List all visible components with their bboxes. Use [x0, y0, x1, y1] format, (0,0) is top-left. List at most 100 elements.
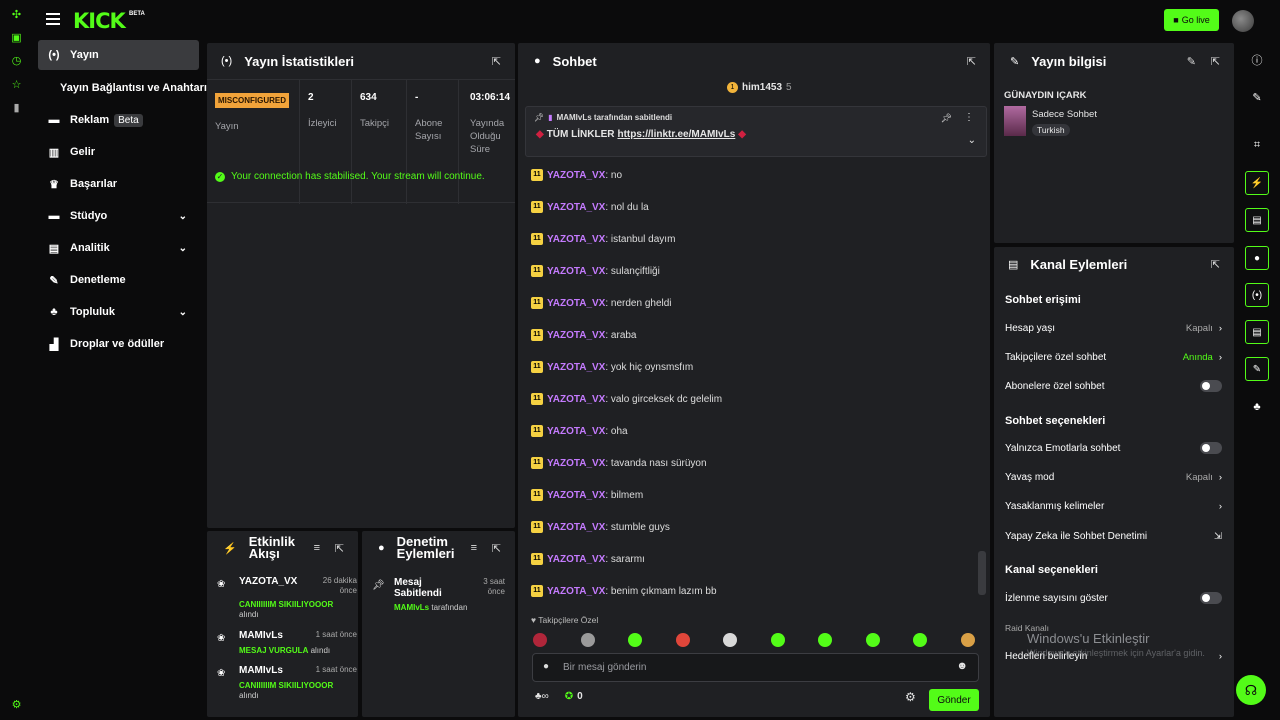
chat-text: benim çıkmam lazım bb [610, 585, 717, 597]
chat-username[interactable]: YAZOTA_VX [547, 298, 605, 309]
document-icon[interactable]: ▤ [1245, 208, 1269, 232]
chat-username[interactable]: YAZOTA_VX [547, 458, 605, 469]
star-icon[interactable]: ☆ [10, 79, 23, 92]
emote-only-toggle[interactable] [1200, 442, 1222, 454]
support-icon[interactable]: ☊ [1236, 675, 1266, 705]
chat-username[interactable]: YAZOTA_VX [547, 362, 605, 373]
sidebar-item-reklam[interactable]: ▬ Reklam Beta [38, 105, 199, 135]
pin-icon[interactable]: 📌︎ [941, 113, 952, 124]
popout-icon[interactable]: ⇱ [492, 55, 501, 68]
go-live-button[interactable]: ■ Go live [1164, 9, 1219, 31]
sidebar-item-studyo[interactable]: ▬ Stüdyo ⌄ [38, 201, 199, 231]
sidebar-item-topluluk[interactable]: ♣ Topluluk ⌄ [38, 297, 199, 327]
kick-points-icon[interactable]: ✪ [565, 691, 573, 702]
emote-icon[interactable] [628, 633, 642, 647]
kick-logo[interactable]: KICK [73, 9, 126, 33]
gear-icon[interactable]: ⚙ [10, 699, 23, 712]
chevron-down-icon[interactable]: ⌄ [968, 135, 976, 146]
chat-input[interactable]: ● Bir mesaj gönderin ☻ [532, 653, 979, 682]
pencil-icon[interactable]: ✎ [1245, 85, 1269, 109]
chat-username[interactable]: YAZOTA_VX [547, 426, 605, 437]
video-icon[interactable]: ▣ [10, 32, 23, 45]
compass-icon[interactable]: ✣ [10, 9, 23, 22]
chat-username[interactable]: YAZOTA_VX [547, 170, 605, 181]
infinity-icon[interactable]: ♣∞ [535, 691, 549, 702]
emote-icon[interactable] [865, 633, 880, 647]
subs-only-toggle[interactable] [1200, 380, 1222, 392]
wrench-icon: ✎ [1010, 55, 1020, 68]
popout-icon[interactable]: ⇱ [335, 542, 344, 555]
emote-icon[interactable] [960, 633, 975, 647]
scan-icon[interactable]: ⌗ [1245, 133, 1269, 157]
ai-moderation-row[interactable]: Yapay Zeka ile Sohbet Denetimi ⇲ [1005, 528, 1222, 544]
show-viewers-toggle[interactable] [1200, 592, 1222, 604]
chat-username[interactable]: YAZOTA_VX [547, 330, 605, 341]
emoji-icon[interactable]: ☻ [956, 660, 968, 672]
popout-icon[interactable]: ⇱ [1211, 55, 1220, 68]
moderation-actions-panel: ● Denetim Eylemleri ≡ ⇱ 📌︎ Mesaj Sabitlendi 3… [362, 531, 515, 717]
bolt-icon[interactable]: ⚡ [1245, 171, 1269, 195]
gear-icon[interactable]: ⚙ [905, 690, 916, 704]
user-avatar[interactable] [1232, 10, 1254, 32]
broadcast-icon[interactable]: (•) [1245, 283, 1269, 307]
chat-text: tavanda nası sürüyon [610, 457, 707, 469]
chat-username[interactable]: YAZOTA_VX [547, 554, 605, 565]
sidebar-item-denetleme[interactable]: ✎ Denetleme [38, 265, 199, 295]
stat-followers: 634 Takipçi [352, 80, 407, 204]
broadcast-icon: (•) [48, 49, 60, 61]
emote-icon[interactable] [913, 633, 927, 647]
sidebar-item-droplar[interactable]: ▟ Droplar ve ödüller [38, 329, 199, 359]
send-button[interactable]: Gönder [929, 689, 979, 711]
list-icon[interactable]: ▤ [1245, 320, 1269, 344]
followers-only-row[interactable]: Takipçilere özel sohbet Anında › [1005, 349, 1222, 365]
chat-username[interactable]: YAZOTA_VX [547, 522, 605, 533]
wrench-icon[interactable]: ✎ [1245, 357, 1269, 381]
chat-username[interactable]: YAZOTA_VX [547, 202, 605, 213]
menu-icon[interactable] [46, 12, 60, 26]
popout-icon[interactable]: ⇱ [492, 542, 501, 555]
emote-icon[interactable] [723, 633, 737, 647]
chat-username[interactable]: YAZOTA_VX [547, 586, 605, 597]
right-rail: ⓘ ✎ ⌗ ⚡ ▤ ● (•) ▤ ✎ ♣ ☊ [1236, 40, 1280, 720]
sidebar-item-gelir[interactable]: ▥ Gelir [38, 137, 199, 167]
sidebar: (•) Yayın Yayın Bağlantısı ve Anahtarı ▬ R… [34, 40, 207, 720]
chat-username[interactable]: YAZOTA_VX [547, 234, 605, 245]
banned-words-row[interactable]: Yasaklanmış kelimeler › [1005, 498, 1222, 514]
slow-mode-row[interactable]: Yavaş mod Kapalı › [1005, 469, 1222, 485]
popout-icon[interactable]: ⇱ [967, 55, 976, 68]
sidebar-item-basarilar[interactable]: ♛ Başarılar [38, 169, 199, 199]
subscriber-badge-icon: 11 [531, 553, 543, 565]
emote-icon[interactable] [770, 633, 785, 647]
community-icon[interactable]: ♣ [1245, 395, 1269, 419]
emote-icon: ◆ [536, 129, 544, 140]
bolt-icon: ⚡ [223, 542, 237, 555]
sidebar-item-yayin[interactable]: (•) Yayın [38, 40, 199, 70]
pinned-link[interactable]: https://linktr.ee/MAMIvLs [617, 129, 735, 140]
emote-icon: ◆ [738, 129, 746, 140]
sidebar-item-stream-key[interactable]: Yayın Bağlantısı ve Anahtarı [50, 73, 211, 103]
info-icon[interactable]: ⓘ [1245, 48, 1269, 72]
edit-icon[interactable]: ✎ [1187, 55, 1196, 68]
sidebar-item-analitik[interactable]: ▤ Analitik ⌄ [38, 233, 199, 263]
category[interactable]: Sadece Sohbet [1032, 109, 1097, 120]
chat-username[interactable]: YAZOTA_VX [547, 490, 605, 501]
more-icon[interactable]: ⋮ [964, 112, 974, 123]
filter-icon[interactable]: ≡ [471, 542, 477, 554]
stream-title: GÜNAYDIN IÇARK [1004, 90, 1087, 101]
emote-icon[interactable] [818, 633, 832, 647]
chat-scrollbar[interactable] [978, 551, 986, 595]
chat-message: 11 YAZOTA_VX: oha [531, 424, 628, 438]
filter-icon[interactable]: ≡ [314, 542, 320, 554]
chat-icon[interactable]: ● [1245, 246, 1269, 270]
emote-icon[interactable] [580, 633, 595, 647]
clock-icon[interactable]: ◷ [10, 55, 23, 68]
emote-icon[interactable] [533, 633, 547, 647]
mic-icon: ▮ [548, 113, 553, 122]
popout-icon[interactable]: ⇱ [1211, 258, 1220, 271]
chat-username[interactable]: YAZOTA_VX [547, 266, 605, 277]
chat-username[interactable]: YAZOTA_VX [547, 394, 605, 405]
emote-icon[interactable] [675, 633, 690, 647]
account-age-row[interactable]: Hesap yaşı Kapalı › [1005, 320, 1222, 336]
chat-message: 11 YAZOTA_VX: bilmem [531, 488, 643, 502]
shield-icon[interactable]: ▮ [10, 102, 23, 115]
